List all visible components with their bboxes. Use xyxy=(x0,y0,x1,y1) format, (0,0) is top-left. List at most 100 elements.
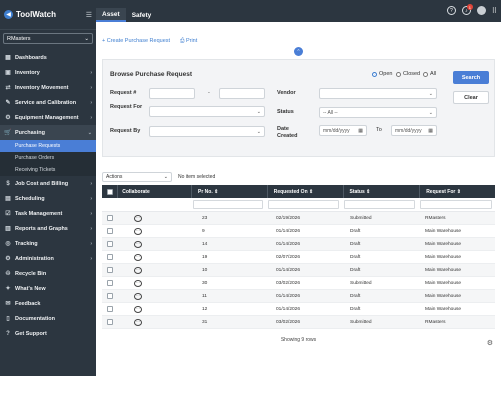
status-cell: Draft xyxy=(350,241,361,247)
tab-asset[interactable]: Asset xyxy=(96,8,126,22)
radio-open[interactable]: Open xyxy=(372,71,392,77)
tenant-select[interactable]: RMasters ⌄ xyxy=(3,33,93,44)
requested-on-filter-input[interactable] xyxy=(268,200,339,209)
col-status[interactable]: Status ⇕ xyxy=(347,189,419,195)
request-for-filter-input[interactable] xyxy=(420,200,492,209)
table-row[interactable]: ··· 31 03/02/2026 Submitted RMasters xyxy=(102,316,495,329)
request-no-to-input[interactable] xyxy=(219,88,265,99)
chevron-down-icon: ⌄ xyxy=(256,128,261,135)
col-requested-on[interactable]: Requested On ⇕ xyxy=(272,189,343,195)
request-by-select[interactable]: ⌄ xyxy=(149,126,265,137)
sidebar-subitem-receiving-tickets[interactable]: Receiving Tickets xyxy=(0,164,96,176)
request-for-cell: Main Warehouse xyxy=(425,267,462,273)
collaborate-chat-icon[interactable]: ··· xyxy=(134,227,142,235)
hamburger-menu-icon[interactable]: ☰ xyxy=(86,11,92,19)
date-from-input[interactable]: mm/dd/yyyy ▦ xyxy=(319,125,367,136)
table-row[interactable]: ··· 30 03/02/2026 Submitted Main Warehouse xyxy=(102,277,495,290)
date-to-input[interactable]: mm/dd/yyyy ▦ xyxy=(391,125,437,136)
request-for-select[interactable]: ⌄ xyxy=(149,106,265,117)
apps-grid-icon[interactable]: ⠿ xyxy=(492,7,497,15)
help-icon[interactable]: ? xyxy=(446,6,456,15)
sidebar-item-get-support[interactable]: ? Get Support xyxy=(0,326,96,341)
table-row[interactable]: ··· 12 01/14/2026 Draft Main Warehouse xyxy=(102,303,495,316)
sidebar-item-label: Inventory Movement xyxy=(15,84,69,91)
row-checkbox[interactable] xyxy=(107,254,113,260)
radio-closed[interactable]: Closed xyxy=(396,71,420,77)
print-link[interactable]: ⎙ Print xyxy=(180,38,197,45)
table-row[interactable]: ··· 11 01/14/2026 Draft Main Warehouse xyxy=(102,290,495,303)
sidebar-item-inventory[interactable]: ▣ Inventory › xyxy=(0,65,96,80)
actions-dropdown[interactable]: Actions ⌄ xyxy=(102,172,172,182)
status-select[interactable]: -- All -- ⌄ xyxy=(319,107,437,118)
col-request-for[interactable]: Request For ⇕ xyxy=(424,189,495,195)
row-checkbox[interactable] xyxy=(107,293,113,299)
sidebar-item-service-and-calibration[interactable]: ✎ Service and Calibration › xyxy=(0,95,96,110)
sidebar-item-feedback[interactable]: ✉ Feedback xyxy=(0,296,96,311)
status-label: Status xyxy=(277,109,294,115)
collaborate-chat-icon[interactable]: ··· xyxy=(134,253,142,261)
table-row[interactable]: ··· 23 02/19/2026 Submitted RMasters xyxy=(102,212,495,225)
megaphone-icon: ✦ xyxy=(5,286,11,292)
sidebar-item-label: What's New xyxy=(15,285,46,292)
sidebar-item-scheduling[interactable]: ▤ Scheduling › xyxy=(0,191,96,206)
sidebar: ◀ ToolWatch ☰ RMasters ⌄ ▦ Dashboards ▣ Inv… xyxy=(0,0,96,376)
radio-all[interactable]: All xyxy=(423,71,436,77)
status-filter-input[interactable] xyxy=(343,200,416,209)
sidebar-item-administration[interactable]: ⚙ Administration › xyxy=(0,251,96,266)
table-row[interactable]: ··· 19 02/07/2026 Draft Main Warehouse xyxy=(102,251,495,264)
sidebar-subitem-purchase-requests[interactable]: Purchase Requests xyxy=(0,140,96,152)
row-checkbox[interactable] xyxy=(107,319,113,325)
col-pr-no[interactable]: Pr No. ⇕ xyxy=(196,189,267,195)
collaborate-chat-icon[interactable]: ··· xyxy=(134,318,142,326)
chevron-icon: › xyxy=(90,180,92,187)
pr-no-cell: 9 xyxy=(202,228,205,234)
row-checkbox[interactable] xyxy=(107,241,113,247)
collaborate-chat-icon[interactable]: ··· xyxy=(134,305,142,313)
sidebar-item-equipment-management[interactable]: ⚙ Equipment Management › xyxy=(0,110,96,125)
clear-button[interactable]: Clear xyxy=(453,91,489,104)
collaborate-chat-icon[interactable]: ··· xyxy=(134,292,142,300)
sidebar-item-job-cost-and-billing[interactable]: $ Job Cost and Billing › xyxy=(0,176,96,191)
requested-on-cell: 01/14/2026 xyxy=(276,293,301,299)
sidebar-item-documentation[interactable]: ▯ Documentation xyxy=(0,311,96,326)
vendor-select[interactable]: ⌄ xyxy=(319,88,437,99)
table-row[interactable]: ··· 9 01/14/2026 Draft Main Warehouse xyxy=(102,225,495,238)
collapse-filter-button[interactable]: ⌃ xyxy=(294,47,303,56)
collaborate-chat-icon[interactable]: ··· xyxy=(134,266,142,274)
table-row[interactable]: ··· 10 01/14/2026 Draft Main Warehouse xyxy=(102,264,495,277)
avatar[interactable] xyxy=(476,6,486,15)
calendar-icon: ▤ xyxy=(5,196,11,202)
request-for-cell: Main Warehouse xyxy=(425,241,462,247)
sidebar-subitem-purchase-orders[interactable]: Purchase Orders xyxy=(0,152,96,164)
row-checkbox[interactable] xyxy=(107,215,113,221)
rows-count: Showing 9 rows xyxy=(280,337,317,343)
sidebar-item-task-management[interactable]: ☑ Task Management › xyxy=(0,206,96,221)
sidebar-item-dashboards[interactable]: ▦ Dashboards xyxy=(0,50,96,65)
collaborate-chat-icon[interactable]: ··· xyxy=(134,214,142,222)
collaborate-chat-icon[interactable]: ··· xyxy=(134,240,142,248)
pr-no-cell: 19 xyxy=(202,254,208,260)
select-all-checkbox[interactable] xyxy=(106,188,113,195)
requested-on-cell: 03/02/2026 xyxy=(276,280,301,286)
table-row[interactable]: ··· 14 01/14/2026 Draft Main Warehouse xyxy=(102,238,495,251)
pr-no-filter-input[interactable] xyxy=(192,200,264,209)
app-name: ToolWatch xyxy=(16,10,56,19)
chevron-down-icon: ⌄ xyxy=(163,174,168,180)
gear-icon[interactable]: ⚙ xyxy=(487,339,493,347)
search-button[interactable]: Search xyxy=(453,71,489,84)
collaborate-chat-icon[interactable]: ··· xyxy=(134,279,142,287)
bell-icon[interactable]: ♪ 1 xyxy=(461,4,473,15)
tab-safety[interactable]: Safety xyxy=(126,8,158,22)
sidebar-item-purchasing[interactable]: 🛒 Purchasing ⌄ xyxy=(0,125,96,140)
row-checkbox[interactable] xyxy=(107,228,113,234)
create-purchase-request-link[interactable]: + Create Purchase Request xyxy=(102,38,170,45)
sidebar-item-tracking[interactable]: ◎ Tracking › xyxy=(0,236,96,251)
row-checkbox[interactable] xyxy=(107,306,113,312)
sidebar-item-recycle-bin[interactable]: ♲ Recycle Bin xyxy=(0,266,96,281)
request-no-from-input[interactable] xyxy=(149,88,195,99)
row-checkbox[interactable] xyxy=(107,267,113,273)
sidebar-item-what-s-new[interactable]: ✦ What's New xyxy=(0,281,96,296)
row-checkbox[interactable] xyxy=(107,280,113,286)
sidebar-item-reports-and-graphs[interactable]: ▥ Reports and Graphs › xyxy=(0,221,96,236)
sidebar-item-inventory-movement[interactable]: ⇄ Inventory Movement › xyxy=(0,80,96,95)
